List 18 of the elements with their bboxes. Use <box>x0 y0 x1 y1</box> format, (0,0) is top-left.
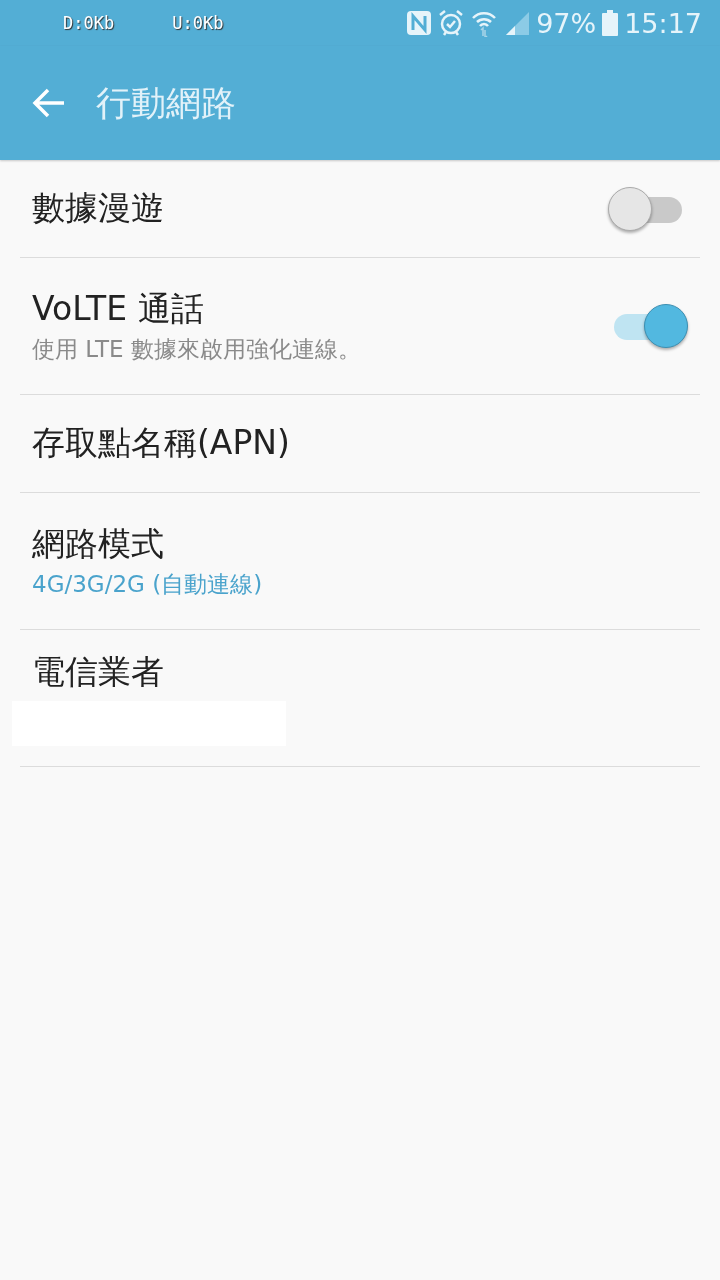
setting-title[interactable]: 電信業者 <box>32 650 688 695</box>
alarm-icon <box>438 9 465 37</box>
setting-title[interactable]: 網路模式 <box>32 522 688 567</box>
nfc-icon <box>406 10 433 36</box>
setting-summary: 4G/3G/2G (自動連線) <box>32 570 264 599</box>
setting-title[interactable]: VoLTE 通話 <box>32 287 608 332</box>
battery-percentage: 97% <box>536 7 597 39</box>
back-icon[interactable] <box>32 86 66 120</box>
screen-title: 行動網路 <box>96 81 236 125</box>
clock: 15:17 <box>624 7 702 39</box>
upload-speed: U:0Kb <box>172 13 224 33</box>
setting-title[interactable]: 存取點名稱(APN) <box>32 421 688 466</box>
download-speed: D:0Kb <box>63 13 115 33</box>
battery-icon <box>602 10 619 36</box>
signal-icon <box>504 10 531 36</box>
wifi-icon <box>470 9 499 37</box>
setting-title[interactable]: 數據漫遊 <box>32 186 608 231</box>
setting-summary: 使用 LTE 數據來啟用強化連線。 <box>32 335 362 364</box>
